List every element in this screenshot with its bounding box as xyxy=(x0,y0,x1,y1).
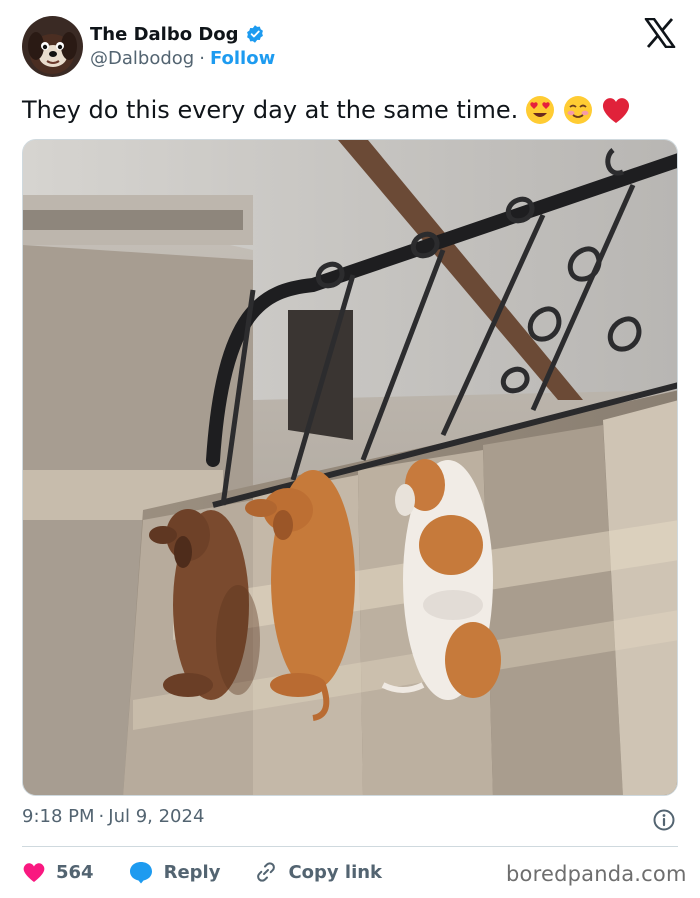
red-heart-emoji-icon xyxy=(600,94,632,126)
tweet-text: They do this every day at the same time. xyxy=(22,96,519,124)
likes-count: 564 xyxy=(56,861,94,883)
divider xyxy=(22,846,678,847)
copy-link-button[interactable]: Copy link xyxy=(254,860,382,884)
timestamp-separator: · xyxy=(98,806,105,827)
handle[interactable]: @Dalbodog xyxy=(90,48,194,69)
follow-button[interactable]: Follow xyxy=(210,48,275,69)
heart-icon xyxy=(23,863,45,882)
author-name-row: The Dalbo Dog xyxy=(90,22,265,46)
handle-row: @Dalbodog · Follow xyxy=(90,48,275,69)
x-logo-icon[interactable] xyxy=(644,17,676,49)
tweet-timestamp[interactable]: 9:18 PM · Jul 9, 2024 xyxy=(22,806,204,827)
tweet-text-row: They do this every day at the same time. xyxy=(22,94,632,126)
tweet-photo[interactable] xyxy=(22,139,678,796)
like-button[interactable]: 564 xyxy=(22,861,94,883)
action-bar: 564 Reply Copy link xyxy=(22,856,416,888)
heart-eyes-emoji-icon xyxy=(524,94,556,126)
reply-label: Reply xyxy=(163,861,221,883)
tweet-date: Jul 9, 2024 xyxy=(108,806,205,827)
watermark: boredpanda.com xyxy=(506,862,687,886)
avatar[interactable] xyxy=(22,16,83,77)
copy-link-label: Copy link xyxy=(288,861,383,883)
verified-badge-icon xyxy=(245,24,265,44)
display-name[interactable]: The Dalbo Dog xyxy=(90,24,239,45)
tweet-time: 9:18 PM xyxy=(22,806,95,827)
tweet-card: The Dalbo Dog @Dalbodog · Follow They do… xyxy=(0,0,700,898)
info-icon[interactable] xyxy=(652,808,676,832)
reply-bubble-icon xyxy=(129,862,152,884)
handle-separator: · xyxy=(199,48,205,69)
smiling-blush-emoji-icon xyxy=(562,94,594,126)
link-icon xyxy=(257,862,276,882)
reply-button[interactable]: Reply xyxy=(128,860,221,884)
